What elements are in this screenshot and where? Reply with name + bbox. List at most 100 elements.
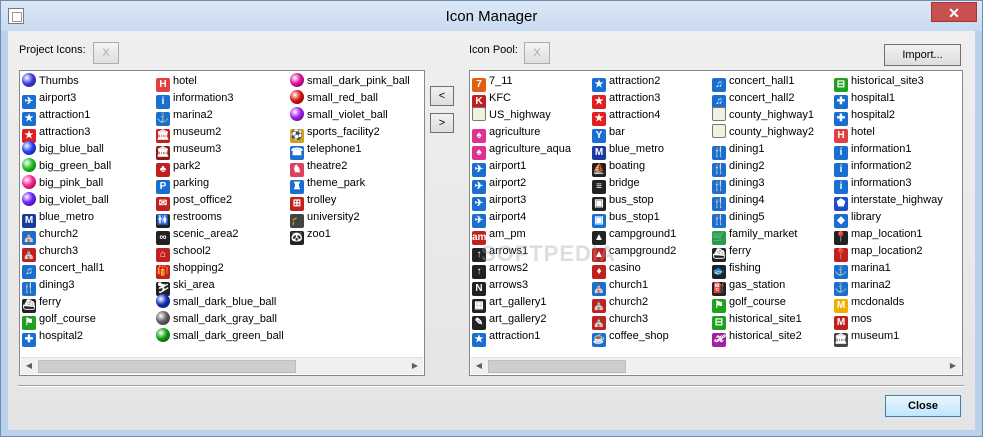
list-item[interactable]: ♜ theme_park (290, 175, 365, 194)
list-item[interactable]: 𝓗historical_site2 (712, 328, 802, 347)
list-item[interactable]: ✈ airport2 (472, 175, 526, 194)
list-item[interactable]: ♠ agriculture (472, 124, 540, 143)
list-item[interactable]: ⚑ golf_course (22, 311, 96, 330)
list-item[interactable]: ⛴ ferry (712, 243, 751, 262)
list-item[interactable]: 🏛 museum2 (156, 124, 221, 143)
list-item[interactable]: ✈ airport1 (472, 158, 526, 177)
list-item[interactable]: 🍴 dining1 (712, 141, 764, 160)
list-item[interactable]: ⛵ boating (592, 158, 645, 177)
list-item[interactable]: ★ attraction3 (22, 124, 90, 143)
list-item[interactable]: ◆ library (834, 209, 881, 228)
scroll-right-icon[interactable]: ▶ (410, 361, 420, 371)
list-item[interactable]: Mblue_metro (592, 141, 664, 160)
window-close-icon[interactable]: ✕ (931, 2, 977, 22)
list-item[interactable]: ⛷ ski_area (156, 277, 215, 296)
list-item[interactable]: ★ attraction1 (472, 328, 540, 347)
list-item[interactable]: ✚ hospital2 (22, 328, 83, 347)
list-item[interactable]: 📍 map_location2 (834, 243, 923, 262)
list-item[interactable]: 🏛 museum1 (834, 328, 899, 347)
list-item[interactable]: 📍 map_location1 (834, 226, 923, 245)
list-item[interactable]: Mmos (834, 311, 872, 330)
list-item[interactable]: ✚ hospital2 (834, 107, 895, 126)
list-item[interactable]: ✎ art_gallery2 (472, 311, 546, 330)
list-item[interactable]: 🎓 university2 (290, 209, 360, 228)
list-item[interactable]: county_highway1 (712, 107, 814, 124)
list-item[interactable]: ♫ concert_hall2 (712, 90, 794, 109)
list-item[interactable]: ⛪ church3 (22, 243, 78, 262)
list-item[interactable]: Ybar (592, 124, 625, 143)
project-icons-list[interactable]: Thumbs ✈ airport3 ★ attraction1 ★ attraction3 b… (19, 70, 425, 376)
list-item[interactable]: ✈ airport4 (472, 209, 526, 228)
list-item[interactable]: ⚑ golf_course (712, 294, 786, 313)
scroll-right-icon[interactable]: ▶ (948, 361, 958, 371)
list-item[interactable]: ⚽ sports_facility2 (290, 124, 380, 143)
list-item[interactable]: small_red_ball (290, 90, 378, 107)
list-item[interactable]: ★ attraction4 (592, 107, 660, 126)
list-item[interactable]: ⬟ interstate_highway (834, 192, 943, 211)
list-item[interactable]: ▣ bus_stop (592, 192, 654, 211)
list-item[interactable]: ⛪ church2 (22, 226, 78, 245)
list-item[interactable]: 🍴 dining3 (22, 277, 74, 296)
list-item[interactable]: Hhotel (834, 124, 875, 143)
list-item[interactable]: Mmcdonalds (834, 294, 904, 313)
list-item[interactable]: small_dark_green_ball (156, 328, 284, 345)
list-item[interactable]: i information1 (834, 141, 912, 160)
list-item[interactable]: ⚓ marina2 (834, 277, 891, 296)
list-item[interactable]: 7 7_11 (472, 73, 513, 92)
list-item[interactable]: i information3 (834, 175, 912, 194)
list-item[interactable]: ♞ theatre2 (290, 158, 347, 177)
list-item[interactable]: county_highway2 (712, 124, 814, 141)
list-item[interactable]: Pparking (156, 175, 209, 194)
list-item[interactable]: Hhotel (156, 73, 197, 92)
list-item[interactable]: Thumbs (22, 73, 79, 90)
list-item[interactable]: 🐟 fishing (712, 260, 761, 279)
list-item[interactable]: ⛽ gas_station (712, 277, 785, 296)
list-item[interactable]: ♫ concert_hall1 (22, 260, 104, 279)
list-item[interactable]: i information3 (156, 90, 234, 109)
list-item[interactable]: i information2 (834, 158, 912, 177)
list-item[interactable]: 🍴 dining2 (712, 158, 764, 177)
list-item[interactable]: Mblue_metro (22, 209, 94, 228)
icon-pool-list[interactable]: 7 7_11 K KFC US_highway ♠ agriculture ♠ agricult… (469, 70, 963, 376)
list-item[interactable]: ✈ airport3 (472, 192, 526, 211)
list-item[interactable]: ▦ art_gallery1 (472, 294, 546, 313)
list-item[interactable]: ✉ post_office2 (156, 192, 232, 211)
list-item[interactable]: ♠ agriculture_aqua (472, 141, 571, 160)
list-item[interactable]: ⚓ marina1 (834, 260, 891, 279)
list-item[interactable]: ⌂ school2 (156, 243, 211, 262)
list-item[interactable]: ⊟ historical_site3 (834, 73, 924, 92)
list-item[interactable]: ☎ telephone1 (290, 141, 361, 160)
list-item[interactable]: 🐼 zoo1 (290, 226, 331, 245)
list-item[interactable]: ≡ bridge (592, 175, 640, 194)
move-right-button[interactable]: > (430, 113, 454, 133)
import-button[interactable]: Import... (884, 44, 961, 66)
list-item[interactable]: ⛪ church2 (592, 294, 648, 313)
list-item[interactable]: ♫ concert_hall1 (712, 73, 794, 92)
list-item[interactable]: K KFC (472, 90, 511, 109)
move-left-button[interactable]: < (430, 86, 454, 106)
scroll-left-icon[interactable]: ◀ (474, 361, 484, 371)
list-item[interactable]: big_violet_ball (22, 192, 109, 209)
list-item[interactable]: ★ attraction2 (592, 73, 660, 92)
list-item[interactable]: 🍴 dining3 (712, 175, 764, 194)
list-item[interactable]: ▣ bus_stop1 (592, 209, 660, 228)
list-item[interactable]: ⛪ church1 (592, 277, 648, 296)
list-item[interactable]: 🏛 museum3 (156, 141, 221, 160)
list-item[interactable]: small_violet_ball (290, 107, 388, 124)
close-button[interactable]: Close (885, 395, 961, 417)
list-item[interactable]: ☕ coffee_shop (592, 328, 669, 347)
list-item[interactable]: ✈ airport3 (22, 90, 76, 109)
list-item[interactable]: small_dark_gray_ball (156, 311, 277, 328)
scroll-thumb[interactable] (488, 360, 626, 373)
list-item[interactable]: ★ attraction1 (22, 107, 90, 126)
pool-clear-button[interactable]: X (524, 42, 550, 64)
list-item[interactable]: big_blue_ball (22, 141, 104, 158)
list-item[interactable]: ★ attraction3 (592, 90, 660, 109)
list-item[interactable]: ✚ hospital1 (834, 90, 895, 109)
list-item[interactable]: ⚓ marina2 (156, 107, 213, 126)
list-item[interactable]: ⛪ church3 (592, 311, 648, 330)
scroll-left-icon[interactable]: ◀ (24, 361, 34, 371)
list-item[interactable]: big_pink_ball (22, 175, 103, 192)
list-item[interactable]: ♣ park2 (156, 158, 201, 177)
list-item[interactable]: small_dark_pink_ball (290, 73, 410, 90)
